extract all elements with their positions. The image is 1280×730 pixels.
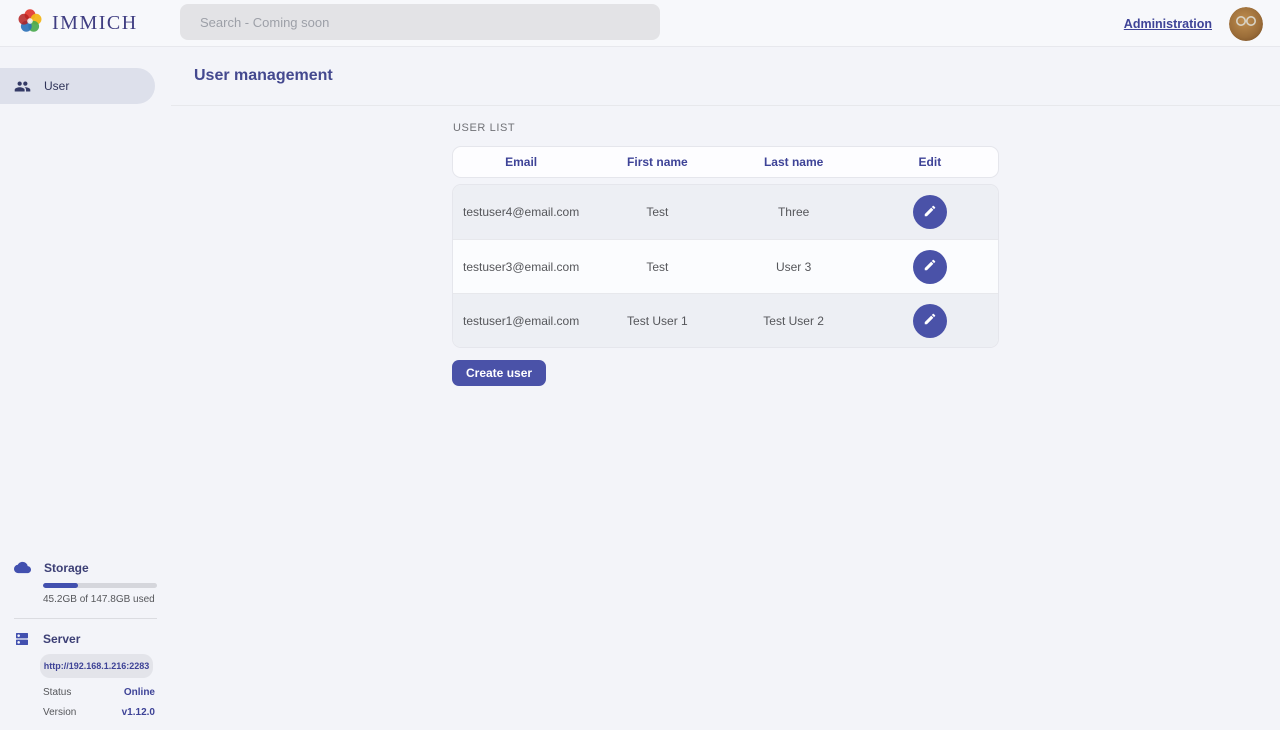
sidebar: User Storage 45.2GB of 147.8GB used	[0, 47, 171, 730]
cell-email: testuser1@email.com	[463, 314, 579, 328]
table-row: testuser1@email.com Test User 1 Test Use…	[453, 293, 998, 347]
storage-usage-text: 45.2GB of 147.8GB used	[43, 594, 157, 605]
col-header-last-name: Last name	[764, 155, 823, 169]
create-user-button[interactable]: Create user	[452, 360, 546, 386]
server-header: Server	[0, 631, 171, 647]
cell-first-name: Test User 1	[627, 314, 688, 328]
server-title: Server	[43, 632, 80, 646]
sidebar-item-user[interactable]: User	[0, 68, 155, 104]
navbar-right: Administration	[1124, 0, 1263, 47]
version-label: Version	[43, 707, 76, 718]
search-input[interactable]	[180, 4, 660, 40]
user-list-section: USER LIST Email First name Last name Edi…	[171, 106, 1280, 386]
col-header-first-name: First name	[627, 155, 688, 169]
table-header-row: Email First name Last name Edit	[452, 146, 999, 178]
table-row: testuser3@email.com Test User 3	[453, 239, 998, 293]
user-table-body: testuser4@email.com Test Three	[452, 184, 999, 348]
cell-last-name: Test User 2	[763, 314, 824, 328]
app-layout: User Storage 45.2GB of 147.8GB used	[0, 47, 1280, 730]
sidebar-footer: Storage 45.2GB of 147.8GB used Server ht…	[0, 559, 171, 718]
cell-email: testuser4@email.com	[463, 205, 579, 219]
status-value: Online	[124, 687, 155, 698]
cell-last-name: User 3	[776, 260, 811, 274]
cell-last-name: Three	[778, 205, 809, 219]
storage-header: Storage	[0, 559, 171, 576]
administration-link[interactable]: Administration	[1124, 17, 1212, 31]
col-header-email: Email	[505, 155, 537, 169]
user-avatar[interactable]	[1229, 7, 1263, 41]
main-content: User management USER LIST Email First na…	[171, 47, 1280, 730]
storage-title: Storage	[44, 561, 89, 575]
col-header-edit: Edit	[919, 155, 942, 169]
user-list-label: USER LIST	[453, 122, 999, 134]
server-version-row: Version v1.12.0	[43, 707, 155, 718]
edit-user-button[interactable]	[913, 195, 947, 229]
immich-flower-logo-icon	[17, 8, 43, 39]
main-header: User management	[171, 47, 1280, 106]
user-table-wrap: USER LIST Email First name Last name Edi…	[452, 122, 999, 386]
storage-progress-bar	[43, 583, 157, 588]
storage-progress-fill	[43, 583, 78, 588]
immich-admin-screen: IMMICH Administration	[0, 0, 1280, 730]
users-icon	[14, 78, 31, 95]
brand[interactable]: IMMICH	[0, 8, 138, 39]
edit-user-button[interactable]	[913, 250, 947, 284]
pencil-icon	[923, 312, 937, 329]
server-icon	[14, 631, 30, 647]
server-status-row: Status Online	[43, 687, 155, 698]
edit-user-button[interactable]	[913, 304, 947, 338]
server-url-chip: http://192.168.1.216:2283	[40, 654, 153, 678]
cloud-icon	[14, 559, 31, 576]
table-row: testuser4@email.com Test Three	[453, 185, 998, 239]
top-navbar: IMMICH Administration	[0, 0, 1280, 47]
sidebar-divider	[14, 618, 157, 619]
cell-first-name: Test	[646, 205, 668, 219]
cell-email: testuser3@email.com	[463, 260, 579, 274]
brand-title: IMMICH	[52, 12, 138, 35]
page-title: User management	[194, 67, 333, 85]
status-label: Status	[43, 687, 71, 698]
cell-first-name: Test	[646, 260, 668, 274]
pencil-icon	[923, 258, 937, 275]
version-value: v1.12.0	[122, 707, 155, 718]
sidebar-item-label: User	[44, 79, 69, 93]
pencil-icon	[923, 204, 937, 221]
